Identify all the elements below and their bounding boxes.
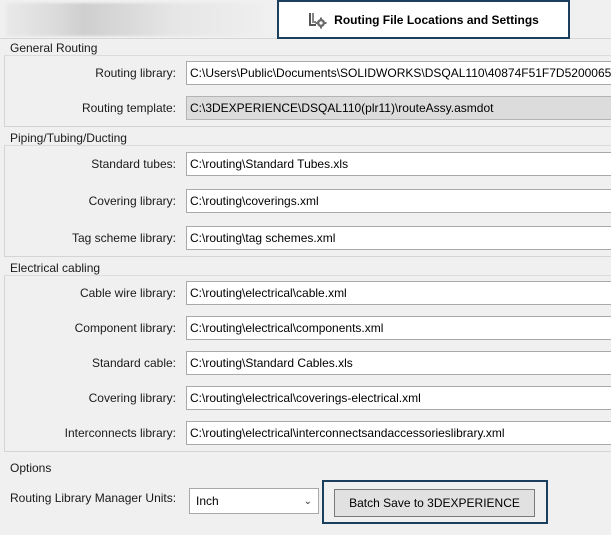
group-title-options: Options xyxy=(10,461,52,475)
standard-tubes-input[interactable]: C:\routing\Standard Tubes.xls xyxy=(186,152,611,176)
label-standard-cable: Standard cable: xyxy=(91,356,176,370)
standard-cable-input[interactable]: C:\routing\Standard Cables.xls xyxy=(186,351,611,375)
label-units: Routing Library Manager Units: xyxy=(10,491,177,505)
label-interconnects-library: Interconnects library: xyxy=(64,426,176,440)
tab-routing-file-locations[interactable]: Routing File Locations and Settings xyxy=(277,0,570,39)
group-title-piping: Piping/Tubing/Ducting xyxy=(10,131,127,145)
label-covering-library-piping: Covering library: xyxy=(88,194,176,208)
label-cable-wire-library: Cable wire library: xyxy=(79,286,176,300)
routing-settings-icon xyxy=(308,10,328,30)
chevron-down-icon: ⌄ xyxy=(303,495,312,507)
label-covering-library-electrical: Covering library: xyxy=(88,391,176,405)
units-select[interactable]: Inch ⌄ xyxy=(189,488,319,514)
tag-scheme-library-input[interactable]: C:\routing\tag schemes.xml xyxy=(186,226,611,250)
covering-library-piping-input[interactable]: C:\routing\coverings.xml xyxy=(186,189,611,213)
tab-label: Routing File Locations and Settings xyxy=(334,12,539,27)
label-routing-library: Routing library: xyxy=(95,66,176,80)
routing-template-input: C:\3DEXPERIENCE\DSQAL110(plr11)\routeAss… xyxy=(186,96,611,120)
covering-library-electrical-input[interactable]: C:\routing\electrical\coverings-electric… xyxy=(186,386,611,410)
batch-save-button[interactable]: Batch Save to 3DEXPERIENCE xyxy=(334,489,535,517)
routing-library-input[interactable]: C:\Users\Public\Documents\SOLIDWORKS\DSQ… xyxy=(186,61,611,85)
component-library-input[interactable]: C:\routing\electrical\components.xml xyxy=(186,316,611,340)
interconnects-library-input[interactable]: C:\routing\electrical\interconnectsandac… xyxy=(186,421,611,445)
label-component-library: Component library: xyxy=(74,321,176,335)
group-title-general-routing: General Routing xyxy=(10,41,98,55)
label-routing-template: Routing template: xyxy=(81,101,176,115)
tab-blurred[interactable] xyxy=(6,3,266,36)
group-title-electrical: Electrical cabling xyxy=(10,261,101,275)
label-tag-scheme-library: Tag scheme library: xyxy=(71,231,176,245)
cable-wire-library-input[interactable]: C:\routing\electrical\cable.xml xyxy=(186,281,611,305)
label-standard-tubes: Standard tubes: xyxy=(91,157,176,171)
units-select-value: Inch xyxy=(196,494,219,508)
